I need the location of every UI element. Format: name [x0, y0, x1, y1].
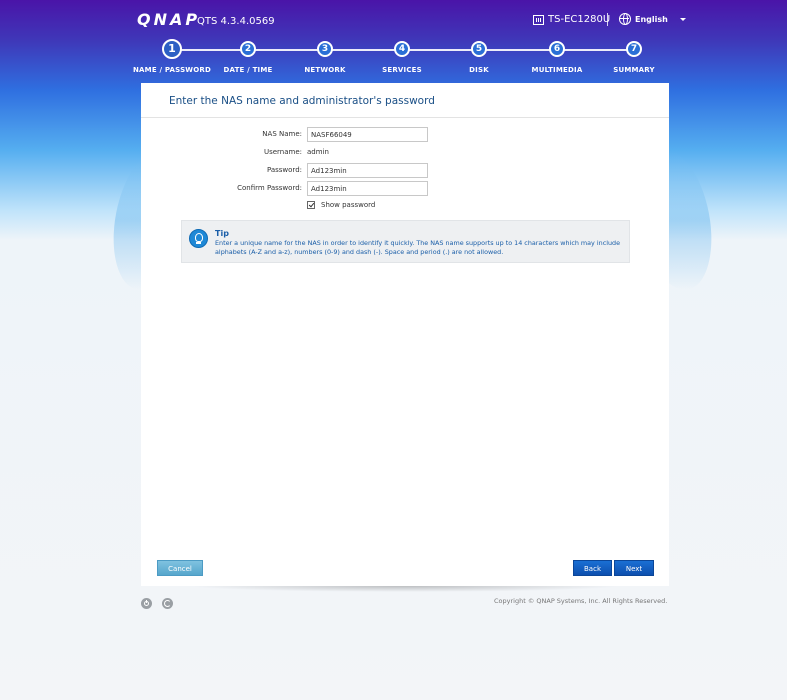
step-services: 4 SERVICES: [362, 40, 442, 74]
restart-icon[interactable]: [162, 598, 173, 609]
back-button[interactable]: Back: [573, 560, 612, 576]
step-number: 6: [549, 41, 565, 57]
confirm-password-input[interactable]: [307, 181, 428, 196]
step-label: MULTIMEDIA: [531, 66, 583, 74]
language-label: English: [635, 14, 668, 24]
copyright-text: Copyright © QNAP Systems, Inc. All Right…: [494, 597, 668, 605]
step-number: 3: [317, 41, 333, 57]
step-label: SUMMARY: [613, 66, 655, 74]
header-separator: [607, 13, 608, 26]
step-number: 2: [240, 41, 256, 57]
step-number: 5: [471, 41, 487, 57]
checkbox-icon[interactable]: [307, 201, 315, 209]
step-label: NAME / PASSWORD: [132, 66, 211, 74]
page-title: Enter the NAS name and administrator's p…: [169, 95, 435, 107]
step-disk: 5 DISK: [439, 40, 519, 74]
nas-name-label: NAS Name:: [262, 130, 302, 138]
chevron-down-icon: [679, 17, 686, 21]
globe-icon: [619, 13, 631, 25]
step-multimedia: 6 MULTIMEDIA: [517, 40, 597, 74]
power-icon[interactable]: [141, 598, 152, 609]
step-label: SERVICES: [382, 66, 422, 74]
step-number: 7: [626, 41, 642, 57]
step-name-password: 1 NAME / PASSWORD: [132, 39, 212, 74]
nas-name-input[interactable]: [307, 127, 428, 142]
header: QNAP QTS 4.3.4.0569 TS-EC1280U English: [0, 0, 787, 40]
nas-name-row: NAS Name:: [141, 127, 669, 143]
step-summary: 7 SUMMARY: [594, 40, 674, 74]
tip-title: Tip: [215, 229, 229, 238]
server-icon: [533, 14, 544, 25]
panel-shadow: [190, 586, 620, 592]
step-number: 4: [394, 41, 410, 57]
qnap-logo: QNAP: [137, 9, 201, 29]
username-label: Username:: [263, 148, 302, 156]
lightbulb-icon: [189, 229, 208, 248]
username-row: Username: admin: [141, 145, 669, 161]
firmware-version: QTS 4.3.4.0569: [197, 16, 275, 27]
logo-text: QNAP: [137, 9, 201, 29]
confirm-password-label: Confirm Password:: [237, 184, 302, 192]
next-button[interactable]: Next: [614, 560, 654, 576]
step-network: 3 NETWORK: [285, 40, 365, 74]
tip-text: Enter a unique name for the NAS in order…: [215, 239, 621, 256]
username-value: admin: [307, 148, 329, 156]
model-name: TS-EC1280U: [533, 14, 610, 25]
confirm-password-row: Confirm Password:: [141, 181, 669, 197]
show-password-toggle[interactable]: Show password: [307, 201, 375, 209]
language-selector[interactable]: English: [619, 13, 686, 25]
step-label: NETWORK: [304, 66, 346, 74]
show-password-label: Show password: [321, 201, 376, 209]
step-label: DATE / TIME: [223, 66, 273, 74]
step-label: DISK: [469, 66, 489, 74]
password-input[interactable]: [307, 163, 428, 178]
wizard-panel: Enter the NAS name and administrator's p…: [141, 83, 669, 586]
cancel-button[interactable]: Cancel: [157, 560, 203, 576]
step-date-time: 2 DATE / TIME: [208, 40, 288, 74]
password-row: Password:: [141, 163, 669, 179]
title-divider: [141, 117, 669, 118]
wizard-stepper: 1 NAME / PASSWORD 2 DATE / TIME 3 NETWOR…: [133, 39, 670, 82]
tip-box: Tip Enter a unique name for the NAS in o…: [181, 220, 630, 263]
password-label: Password:: [266, 166, 302, 174]
model-label: TS-EC1280U: [548, 14, 611, 25]
step-number: 1: [162, 39, 182, 59]
